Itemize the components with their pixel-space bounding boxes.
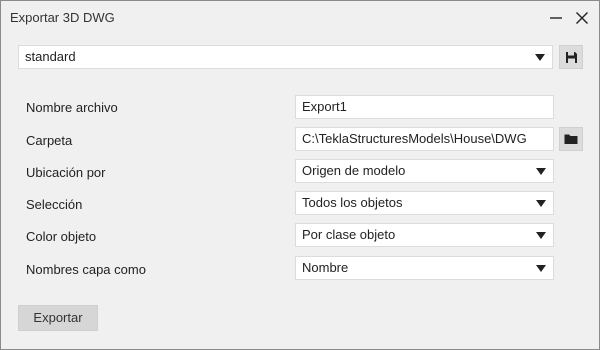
layer-names-select[interactable]: Nombre xyxy=(295,256,554,280)
minimize-button[interactable] xyxy=(545,7,567,29)
layer-names-label: Nombres capa como xyxy=(26,262,146,277)
object-color-select[interactable]: Por clase objeto xyxy=(295,223,554,247)
preset-select-value: standard xyxy=(25,49,76,64)
folder-icon xyxy=(564,134,578,144)
selection-value: Todos los objetos xyxy=(302,195,403,210)
location-by-label: Ubicación por xyxy=(26,165,106,180)
layer-names-value: Nombre xyxy=(302,260,349,275)
folder-label: Carpeta xyxy=(26,133,73,148)
chevron-down-icon xyxy=(536,232,546,239)
chevron-down-icon xyxy=(536,265,546,272)
export-dwg-dialog: Exportar 3D DWG standard Nombre archivo … xyxy=(0,0,600,350)
location-by-select[interactable]: Origen de modelo xyxy=(295,159,554,183)
folder-value: C:\TeklaStructuresModels\House\DWG xyxy=(302,131,527,146)
object-color-label: Color objeto xyxy=(26,229,97,244)
window-title: Exportar 3D DWG xyxy=(10,10,115,25)
chevron-down-icon xyxy=(535,54,545,61)
save-preset-button[interactable] xyxy=(559,45,583,69)
dialog-content: standard Nombre archivo Export1 Carpeta … xyxy=(1,34,599,349)
folder-input[interactable]: C:\TeklaStructuresModels\House\DWG xyxy=(295,127,554,151)
export-button[interactable]: Exportar xyxy=(18,305,98,331)
file-name-input[interactable]: Export1 xyxy=(295,95,554,119)
object-color-value: Por clase objeto xyxy=(302,227,396,242)
chevron-down-icon xyxy=(536,200,546,207)
file-name-label: Nombre archivo xyxy=(26,100,118,115)
title-bar: Exportar 3D DWG xyxy=(1,1,599,34)
file-name-value: Export1 xyxy=(302,99,347,114)
save-icon xyxy=(565,51,577,63)
close-icon xyxy=(576,12,588,24)
selection-select[interactable]: Todos los objetos xyxy=(295,191,554,215)
minimize-icon xyxy=(550,17,562,19)
preset-select[interactable]: standard xyxy=(18,45,553,69)
chevron-down-icon xyxy=(536,168,546,175)
selection-label: Selección xyxy=(26,197,83,212)
close-button[interactable] xyxy=(571,7,593,29)
location-by-value: Origen de modelo xyxy=(302,163,406,178)
browse-folder-button[interactable] xyxy=(559,127,583,151)
